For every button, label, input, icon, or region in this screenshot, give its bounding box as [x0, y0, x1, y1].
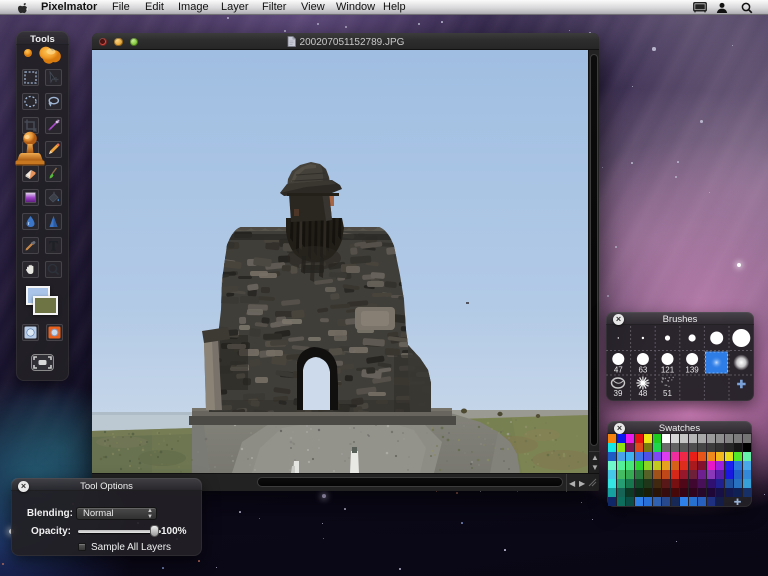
svg-text:121: 121 [661, 366, 675, 375]
svg-text:63: 63 [638, 366, 647, 375]
svg-text:48: 48 [638, 389, 647, 398]
svg-text:47: 47 [614, 366, 623, 375]
svg-text:✚: ✚ [737, 379, 746, 391]
svg-text:51: 51 [663, 389, 672, 398]
svg-text:139: 139 [685, 366, 699, 375]
svg-text:39: 39 [614, 389, 623, 398]
